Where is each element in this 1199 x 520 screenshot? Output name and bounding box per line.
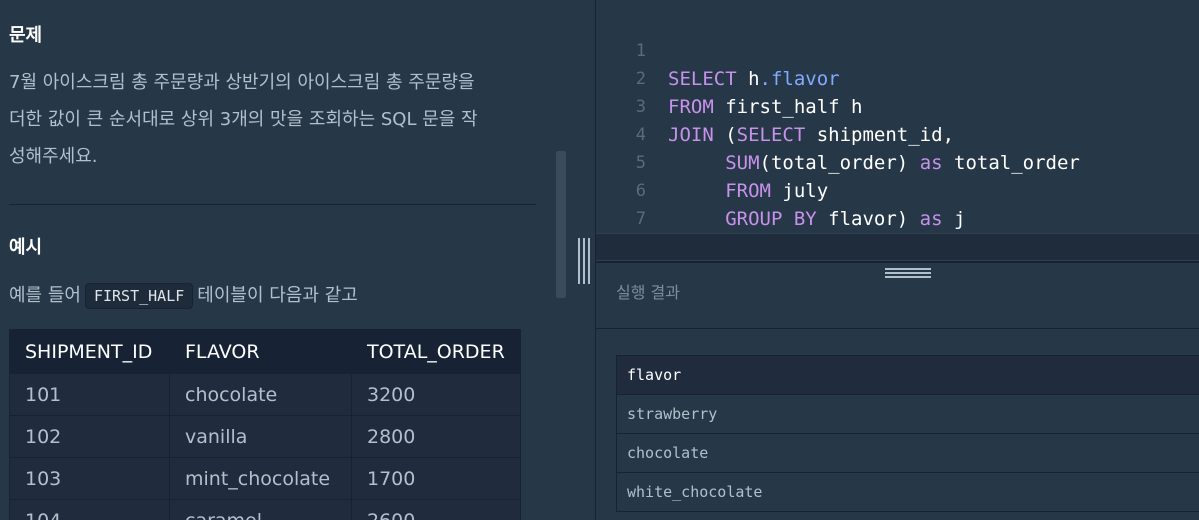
example-heading: 예시 bbox=[9, 237, 43, 258]
table-cell: vanilla bbox=[169, 415, 352, 458]
column-header: FLAVOR bbox=[169, 329, 352, 374]
app-root: 문제 7월 아이스크림 총 주문량과 상반기의 아이스크림 총 주문량을 더한 … bbox=[0, 0, 1199, 520]
result-cell: strawberry bbox=[616, 394, 1199, 434]
result-cell: chocolate bbox=[616, 433, 1199, 473]
table-cell: 3200 bbox=[351, 373, 521, 416]
code-line: 4 SUM(total_order) as total_order bbox=[596, 93, 1199, 174]
table-row: 102 vanilla 2800 bbox=[9, 415, 521, 458]
code-line: 2 FROM first_half h bbox=[596, 37, 1199, 118]
problem-scrollbar[interactable] bbox=[556, 151, 566, 298]
splitter-grip-icon[interactable] bbox=[578, 238, 590, 284]
code-line: 7 ON h.shipment_id = j.shipment_id bbox=[596, 177, 1199, 258]
problem-panel: 문제 7월 아이스크림 총 주문량과 상반기의 아이스크림 총 주문량을 더한 … bbox=[0, 0, 566, 520]
code-line: 3 JOIN (SELECT shipment_id, bbox=[596, 65, 1199, 146]
example-table: SHIPMENT_ID FLAVOR TOTAL_ORDER 101 choco… bbox=[9, 329, 521, 520]
result-title: 실행 결과 bbox=[616, 283, 680, 302]
table-cell: 1700 bbox=[351, 457, 521, 500]
grip-bar bbox=[885, 272, 931, 274]
grip-bar bbox=[578, 238, 580, 284]
grip-bar bbox=[885, 268, 931, 270]
result-body: flavor strawberry chocolate white_chocol… bbox=[596, 330, 1199, 520]
code-line: 8 ORDER BY h.total_order + j.total_order… bbox=[596, 205, 1199, 257]
code-line-active: 9 LIMIT 3; bbox=[596, 233, 1199, 261]
result-row: strawberry bbox=[616, 394, 1199, 434]
section-divider bbox=[9, 204, 536, 205]
result-row: white_chocolate bbox=[616, 472, 1199, 512]
example-intro: 예를 들어 FIRST_HALF 테이블이 다음과 같고 bbox=[9, 282, 358, 310]
result-cell: white_chocolate bbox=[616, 472, 1199, 512]
problem-line: 7월 아이스크림 총 주문량과 상반기의 아이스크림 총 주문량을 bbox=[9, 72, 475, 93]
code-editor[interactable]: 1 SELECT h.flavor 2 FROM first_half h 3 … bbox=[596, 0, 1199, 261]
problem-line: 더한 값이 큰 순서대로 상위 3개의 맛을 조회하는 SQL 문을 작 bbox=[9, 109, 478, 130]
problem-description: 7월 아이스크림 총 주문량과 상반기의 아이스크림 총 주문량을 더한 값이 … bbox=[9, 64, 529, 175]
result-row: chocolate bbox=[616, 433, 1199, 473]
table-cell: 104 bbox=[9, 499, 170, 520]
code-line: 6 GROUP BY flavor) as j bbox=[596, 149, 1199, 230]
table-cell: 101 bbox=[9, 373, 170, 416]
column-header: SHIPMENT_ID bbox=[9, 329, 170, 374]
table-row: 103 mint_chocolate 1700 bbox=[9, 457, 521, 500]
resize-grip-icon[interactable] bbox=[885, 266, 931, 280]
table-row: 101 chocolate 3200 bbox=[9, 373, 521, 416]
table-cell: caramel bbox=[169, 499, 352, 520]
code-line: 5 FROM july bbox=[596, 121, 1199, 202]
result-header-row: flavor bbox=[616, 355, 1199, 395]
grip-bar bbox=[583, 238, 585, 284]
table-row: 104 caramel 2600 bbox=[9, 499, 521, 520]
result-table: flavor strawberry chocolate white_chocol… bbox=[616, 355, 1199, 512]
table-cell: 2600 bbox=[351, 499, 521, 520]
table-cell: 102 bbox=[9, 415, 170, 458]
example-text-before: 예를 들어 bbox=[9, 285, 81, 306]
column-header: TOTAL_ORDER bbox=[351, 329, 521, 374]
example-text-after: 테이블이 다음과 같고 bbox=[197, 285, 358, 306]
table-cell: 2800 bbox=[351, 415, 521, 458]
grip-bar bbox=[885, 276, 931, 278]
table-header-row: SHIPMENT_ID FLAVOR TOTAL_ORDER bbox=[9, 329, 521, 374]
problem-heading: 문제 bbox=[9, 25, 43, 46]
table-cell: mint_chocolate bbox=[169, 457, 352, 500]
problem-line: 성해주세요. bbox=[9, 146, 98, 167]
table-cell: chocolate bbox=[169, 373, 352, 416]
table-name-code: FIRST_HALF bbox=[84, 283, 194, 309]
table-cell: 103 bbox=[9, 457, 170, 500]
result-column-header: flavor bbox=[616, 355, 1199, 395]
grip-bar bbox=[588, 238, 590, 284]
code-line: 1 SELECT h.flavor bbox=[596, 9, 1199, 90]
